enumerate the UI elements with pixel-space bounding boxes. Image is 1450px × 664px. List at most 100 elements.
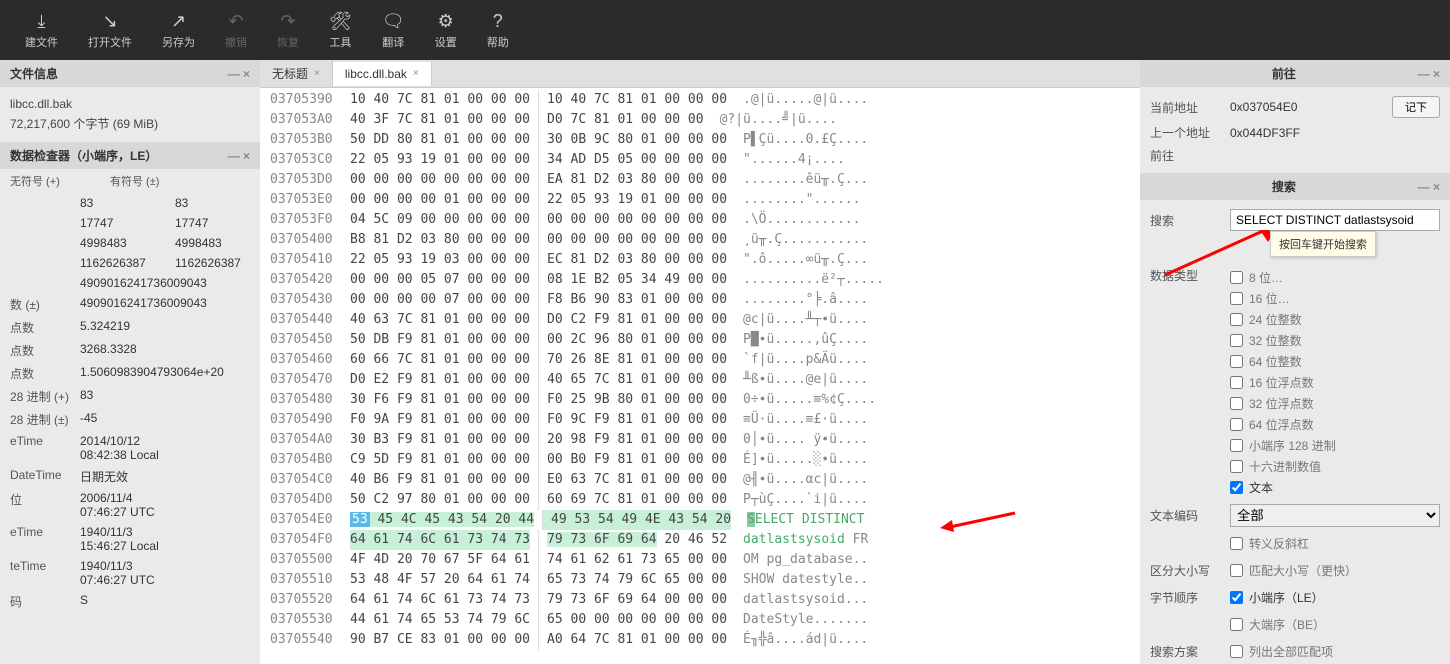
dtype-check[interactable]: 16 位浮点数 xyxy=(1230,372,1440,393)
tab-无标题[interactable]: 无标题× xyxy=(260,60,333,87)
hex-row[interactable]: 03705490F0 9A F9 81 01 00 00 00F0 9C F9 … xyxy=(260,410,1140,430)
hex-row[interactable]: 0370542000 00 00 05 07 00 00 0008 1E B2 … xyxy=(260,270,1140,290)
hex-row[interactable]: 037053A040 3F 7C 81 01 00 00 00D0 7C 81 … xyxy=(260,110,1140,130)
toolbar-打开文件[interactable]: ↘打开文件 xyxy=(73,0,147,60)
hex-row[interactable]: 03705400B8 81 D2 03 80 00 00 0000 00 00 … xyxy=(260,230,1140,250)
insp-label: 28 进制 (±) xyxy=(10,411,80,428)
hex-addr: 03705520 xyxy=(270,590,350,610)
hex-row[interactable]: 037054F064 61 74 6C 61 73 74 7379 73 6F … xyxy=(260,530,1140,550)
insp-signed xyxy=(175,388,250,405)
checkbox[interactable] xyxy=(1230,397,1243,410)
hex-row[interactable]: 0370546060 66 7C 81 01 00 00 0070 26 8E … xyxy=(260,350,1140,370)
hex-row[interactable]: 037053D000 00 00 00 00 00 00 00EA 81 D2 … xyxy=(260,170,1140,190)
hex-row[interactable]: 037054D050 C2 97 80 01 00 00 0060 69 7C … xyxy=(260,490,1140,510)
toolbar-设置[interactable]: ⚙设置 xyxy=(420,0,472,60)
hex-row[interactable]: 037053F004 5C 09 00 00 00 00 0000 00 00 … xyxy=(260,210,1140,230)
close-icon[interactable]: × xyxy=(413,68,419,79)
hex-row[interactable]: 037055004F 4D 20 70 67 5F 64 6174 61 62 … xyxy=(260,550,1140,570)
hex-row[interactable]: 0370551053 48 4F 57 20 64 61 7465 73 74 … xyxy=(260,570,1140,590)
collapse-icon[interactable]: — × xyxy=(228,67,250,81)
hex-row[interactable]: 037053B050 DD 80 81 01 00 00 0030 0B 9C … xyxy=(260,130,1140,150)
collapse-icon[interactable]: — × xyxy=(1418,180,1440,194)
checkbox[interactable] xyxy=(1230,418,1243,431)
case-checkbox[interactable] xyxy=(1230,564,1243,577)
checkbox[interactable] xyxy=(1230,460,1243,473)
endian-label: 字节顺序 xyxy=(1150,589,1230,606)
dtype-check[interactable]: 24 位整数 xyxy=(1230,309,1440,330)
be-label: 大端序（BE） xyxy=(1249,616,1325,633)
hex-addr: 03705470 xyxy=(270,370,350,390)
hex-row[interactable]: 037053E000 00 00 00 01 00 00 0022 05 93 … xyxy=(260,190,1140,210)
checkbox[interactable] xyxy=(1230,313,1243,326)
toolbar-建文件[interactable]: ⤓建文件 xyxy=(10,0,73,60)
dtype-check[interactable]: 8 位… xyxy=(1230,267,1440,288)
hex-body[interactable]: 0370539010 40 7C 81 01 00 00 0010 40 7C … xyxy=(260,88,1140,664)
dtype-check[interactable]: 64 位浮点数 xyxy=(1230,414,1440,435)
hex-row[interactable]: 0370541022 05 93 19 03 00 00 00EC 81 D2 … xyxy=(260,250,1140,270)
toolbar-工具[interactable]: 🛠工具 xyxy=(314,0,367,60)
tool-icon: ↷ xyxy=(280,11,295,32)
cur-addr-value: 0x037054E0 xyxy=(1230,100,1392,114)
checkbox[interactable] xyxy=(1230,376,1243,389)
dtype-check[interactable]: 32 位浮点数 xyxy=(1230,393,1440,414)
case-option: 匹配大小写（更快） xyxy=(1249,562,1357,579)
toolbar-恢复[interactable]: ↷恢复 xyxy=(262,0,314,60)
hex-row[interactable]: 0370552064 61 74 6C 61 73 74 7379 73 6F … xyxy=(260,590,1140,610)
toolbar-撤销[interactable]: ↶撤销 xyxy=(210,0,262,60)
hex-row[interactable]: 03705470D0 E2 F9 81 01 00 00 0040 65 7C … xyxy=(260,370,1140,390)
dtype-check[interactable]: 小端序 128 进制 xyxy=(1230,435,1440,456)
insp-unsigned: 2006/11/4 07:46:27 UTC xyxy=(80,491,175,519)
dtype-check[interactable]: 文本 xyxy=(1230,477,1440,498)
hex-row[interactable]: 037054E053 45 4C 45 43 54 20 4449 53 54 … xyxy=(260,510,1140,530)
toolbar-翻译[interactable]: 🗨翻译 xyxy=(367,0,420,60)
hex-editor: 无标题×libcc.dll.bak× 0370539010 40 7C 81 0… xyxy=(260,60,1140,664)
insp-unsigned: 1.5060983904793064e+20 xyxy=(80,365,175,382)
escape-checkbox[interactable] xyxy=(1230,537,1243,550)
insp-label: 位 xyxy=(10,491,80,519)
checkbox[interactable] xyxy=(1230,481,1243,494)
encoding-select[interactable]: 全部 xyxy=(1230,504,1440,527)
hex-row[interactable]: 037054C040 B6 F9 81 01 00 00 00E0 63 7C … xyxy=(260,470,1140,490)
insp-label: 码 xyxy=(10,593,80,610)
checkbox[interactable] xyxy=(1230,292,1243,305)
hex-row[interactable]: 0370554090 B7 CE 83 01 00 00 00A0 64 7C … xyxy=(260,630,1140,650)
tab-libcc.dll.bak[interactable]: libcc.dll.bak× xyxy=(333,62,432,86)
checkbox[interactable] xyxy=(1230,439,1243,452)
dtype-check[interactable]: 32 位整数 xyxy=(1230,330,1440,351)
scheme-label: 搜索方案 xyxy=(1150,643,1230,660)
hex-row[interactable]: 037054A030 B3 F9 81 01 00 00 0020 98 F9 … xyxy=(260,430,1140,450)
search-input[interactable] xyxy=(1230,209,1440,231)
insp-label: 点数 xyxy=(10,342,80,359)
hex-row[interactable]: 0370544040 63 7C 81 01 00 00 00D0 C2 F9 … xyxy=(260,310,1140,330)
scheme-checkbox[interactable] xyxy=(1230,645,1243,658)
be-checkbox[interactable] xyxy=(1230,618,1243,631)
dtype-check[interactable]: 64 位整数 xyxy=(1230,351,1440,372)
hex-row[interactable]: 0370539010 40 7C 81 01 00 00 0010 40 7C … xyxy=(260,90,1140,110)
collapse-icon[interactable]: — × xyxy=(1418,67,1440,81)
collapse-icon[interactable]: — × xyxy=(228,149,250,163)
note-button[interactable]: 记下 xyxy=(1392,96,1440,118)
insp-unsigned: 1940/11/3 15:46:27 Local xyxy=(80,525,175,553)
dtype-check[interactable]: 16 位… xyxy=(1230,288,1440,309)
close-icon[interactable]: × xyxy=(314,68,320,79)
hex-row[interactable]: 037054B0C9 5D F9 81 01 00 00 0000 B0 F9 … xyxy=(260,450,1140,470)
hex-row[interactable]: 0370543000 00 00 00 07 00 00 00F8 B6 90 … xyxy=(260,290,1140,310)
toolbar-另存为[interactable]: ↗另存为 xyxy=(147,0,210,60)
insp-signed xyxy=(175,319,250,336)
tool-label: 翻译 xyxy=(382,34,404,50)
hex-row[interactable]: 0370545050 DB F9 81 01 00 00 0000 2C 96 … xyxy=(260,330,1140,350)
insp-unsigned: 1940/11/3 07:46:27 UTC xyxy=(80,559,175,587)
hex-row[interactable]: 037053C022 05 93 19 01 00 00 0034 AD D5 … xyxy=(260,150,1140,170)
dtype-check[interactable]: 十六进制数值 xyxy=(1230,456,1440,477)
hex-addr: 037054F0 xyxy=(270,530,350,550)
checkbox[interactable] xyxy=(1230,334,1243,347)
hex-row[interactable]: 0370553044 61 74 65 53 74 79 6C65 00 00 … xyxy=(260,610,1140,630)
checkbox[interactable] xyxy=(1230,271,1243,284)
checkbox[interactable] xyxy=(1230,355,1243,368)
search-tooltip: 按回车键开始搜索 xyxy=(1270,231,1376,257)
le-checkbox[interactable] xyxy=(1230,591,1243,604)
tool-icon: ↘ xyxy=(102,11,117,32)
inspector-row: 点数3268.3328 xyxy=(0,339,260,362)
hex-row[interactable]: 0370548030 F6 F9 81 01 00 00 00F0 25 9B … xyxy=(260,390,1140,410)
toolbar-帮助[interactable]: ?帮助 xyxy=(472,0,524,60)
